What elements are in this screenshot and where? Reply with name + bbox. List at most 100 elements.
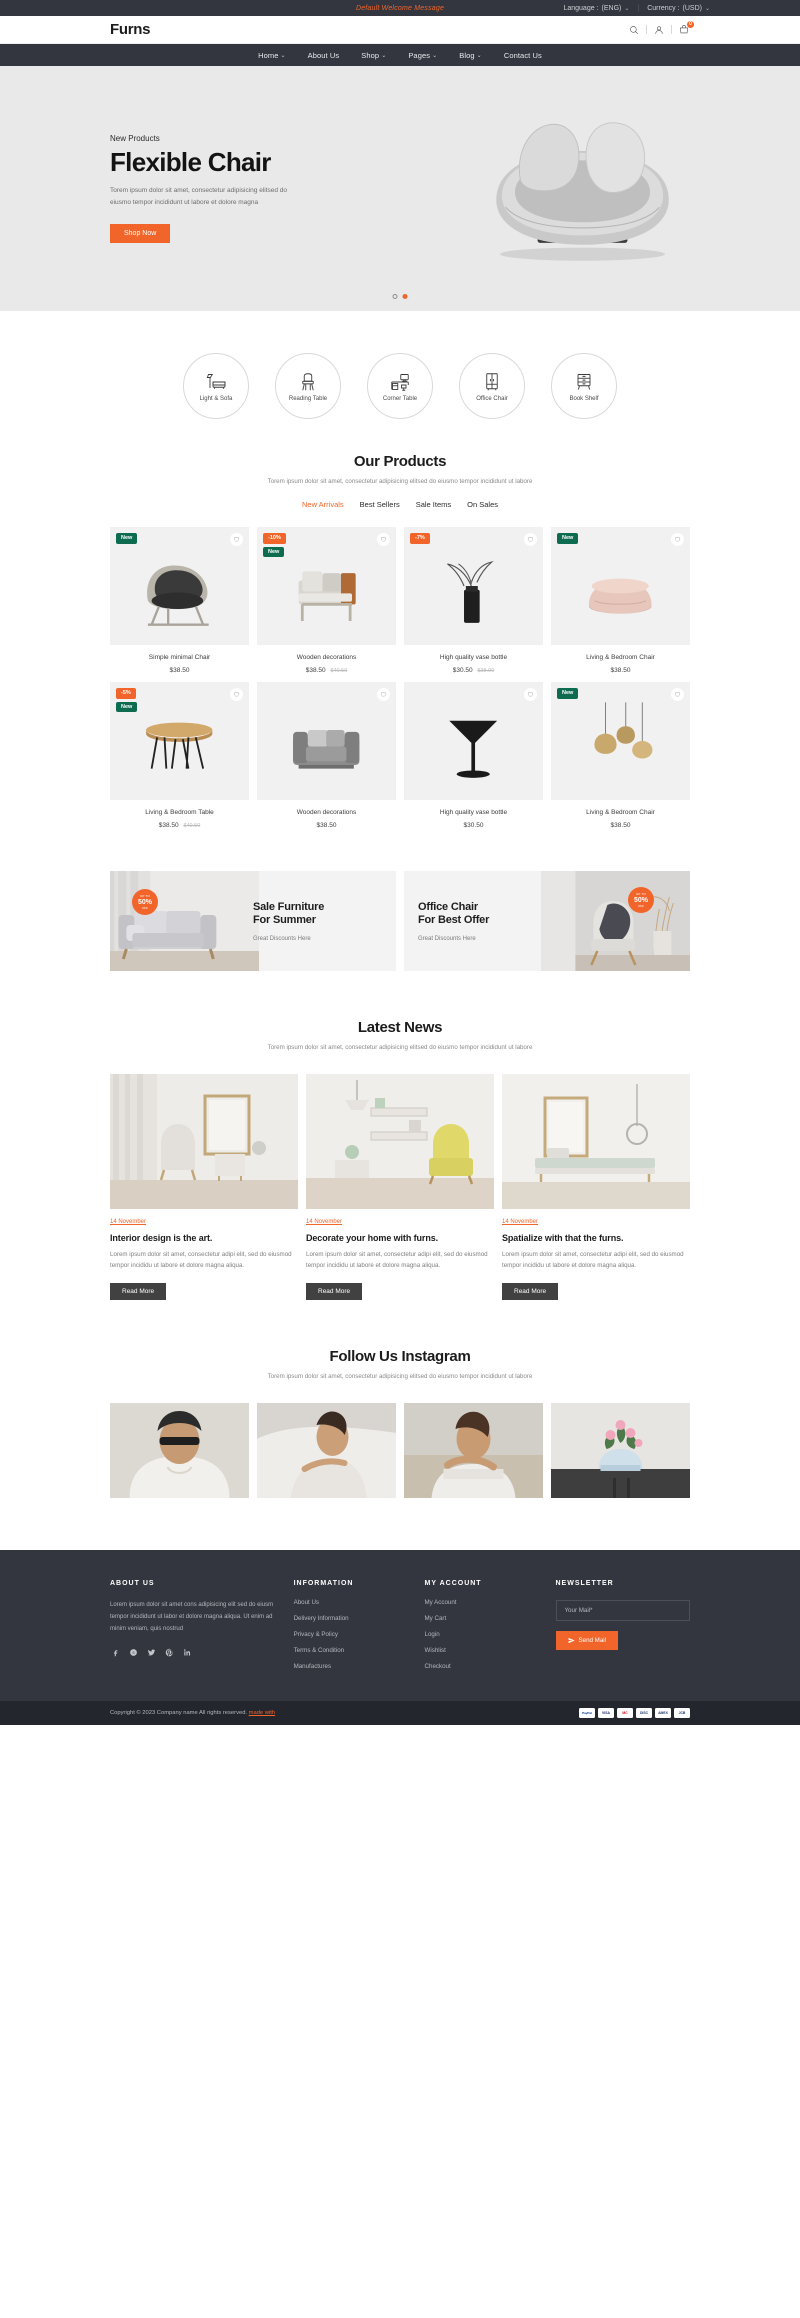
price-current: $38.50 [169, 667, 190, 675]
product-card[interactable]: New Living & Bedroom Chair $38.50 [551, 682, 690, 829]
instagram-tile[interactable] [110, 1402, 249, 1498]
wishlist-button[interactable] [524, 688, 537, 702]
wishlist-button[interactable] [377, 533, 390, 547]
news-card[interactable]: 14 November Decorate your home with furn… [306, 1073, 494, 1301]
footer-link-my-account[interactable]: My Account [425, 1599, 542, 1606]
read-more-button[interactable]: Read More [306, 1283, 363, 1301]
read-more-button[interactable]: Read More [502, 1283, 559, 1301]
news-card[interactable]: 14 November Spatialize with that the fur… [502, 1073, 690, 1301]
product-thumbnail[interactable]: -7% [404, 527, 543, 646]
product-thumbnail[interactable]: New [551, 527, 690, 646]
product-card[interactable]: Wooden decorations $38.50 [257, 682, 396, 829]
nav-item-home[interactable]: Home ⌄ [258, 51, 286, 60]
product-image-hairpin-table [146, 723, 213, 770]
product-card[interactable]: New Living & Bedroom Chair $38.50 [551, 527, 690, 674]
wishlist-button[interactable] [230, 688, 243, 702]
nav-item-blog[interactable]: Blog ⌄ [459, 51, 482, 60]
product-image-chair-dark [147, 565, 209, 627]
footer-link-login[interactable]: Login [425, 1631, 542, 1638]
newsletter-email-input[interactable] [555, 1599, 690, 1621]
wishlist-button[interactable] [377, 688, 390, 702]
badge-new: New [557, 688, 579, 699]
promo-content: Sale Furniture For Summer Great Discount… [253, 901, 396, 943]
instagram-tile[interactable] [257, 1402, 396, 1498]
product-card[interactable]: -10% New Wooden decorations $38.50 $40.5… [257, 527, 396, 674]
hero-dot-1[interactable] [392, 294, 398, 299]
product-card[interactable]: -7% High quality vase bottle $30.50 $38.… [404, 527, 543, 674]
hero-dot-2[interactable] [402, 294, 408, 299]
promo-title: Sale Furniture For Summer [253, 901, 382, 929]
footer-link-privacy-policy[interactable]: Privacy & Policy [294, 1631, 411, 1638]
product-thumbnail[interactable]: -5% New [110, 682, 249, 801]
site-logo[interactable]: Furns [110, 21, 150, 38]
news-date[interactable]: 14 November [110, 1219, 146, 1225]
language-selector[interactable]: Language : (ENG) ⌄ [563, 5, 629, 12]
category-light-and-sofa[interactable]: Light & Sofa [183, 353, 249, 419]
badge-discount: -5% [116, 688, 136, 699]
product-thumbnail[interactable]: New [110, 527, 249, 646]
wishlist-button[interactable] [524, 533, 537, 547]
news-date[interactable]: 14 November [306, 1219, 342, 1225]
tab-on-sales[interactable]: On Sales [467, 500, 498, 509]
tab-new-arrivals[interactable]: New Arrivals [302, 500, 344, 509]
section-title: Our Products [353, 453, 447, 470]
top-bar: Default Welcome Message Language : (ENG)… [0, 0, 800, 16]
search-icon[interactable] [628, 24, 640, 36]
header-actions: 0 [628, 20, 694, 36]
facebook-icon[interactable] [110, 1647, 121, 1658]
product-card[interactable]: New Simple minimal Chair $38.50 [110, 527, 249, 674]
instagram-tile[interactable] [404, 1402, 543, 1498]
linkedin-icon[interactable] [182, 1647, 193, 1658]
nav-item-about-us[interactable]: About Us [308, 51, 340, 60]
product-thumbnail[interactable]: New [551, 682, 690, 801]
instagram-tile[interactable] [551, 1402, 690, 1498]
section-subtitle: Torem ipsum dolor sit amet, consectetur … [267, 1044, 533, 1052]
copyright-brand[interactable]: made with [249, 1710, 275, 1716]
category-corner-table[interactable]: Corner Table [367, 353, 433, 419]
read-more-button[interactable]: Read More [110, 1283, 167, 1301]
tab-best-sellers[interactable]: Best Sellers [360, 500, 400, 509]
category-reading-table[interactable]: Reading Table [275, 353, 341, 419]
category-office-chair[interactable]: Office Chair [459, 353, 525, 419]
shop-now-button[interactable]: Shop Now [110, 224, 171, 244]
footer-col-newsletter: NEWSLETTER Send Mail [555, 1579, 690, 1679]
currency-selector[interactable]: Currency : (USD) ⌄ [647, 5, 710, 12]
product-name: High quality vase bottle [439, 809, 508, 817]
category-book-shelf[interactable]: Book Shelf [551, 353, 617, 419]
pinterest-icon[interactable] [164, 1647, 175, 1658]
hero-slider: New Products Flexible Chair Torem ipsum … [0, 66, 800, 311]
news-card[interactable]: 14 November Interior design is the art. … [110, 1073, 298, 1301]
skype-icon[interactable]: S [128, 1647, 139, 1658]
footer-link-my-cart[interactable]: My Cart [425, 1615, 542, 1622]
product-thumbnail[interactable]: -10% New [257, 527, 396, 646]
product-card[interactable]: High quality vase bottle $30.50 [404, 682, 543, 829]
category-label: Office Chair [476, 396, 508, 402]
footer-link-manufactures[interactable]: Manufactures [294, 1663, 411, 1670]
wishlist-button[interactable] [230, 533, 243, 547]
news-date[interactable]: 14 November [502, 1219, 538, 1225]
tab-sale-items[interactable]: Sale Items [416, 500, 451, 509]
nav-label: Pages [408, 50, 431, 60]
price-current: $30.50 [452, 667, 473, 675]
twitter-icon[interactable] [146, 1647, 157, 1658]
footer-heading: NEWSLETTER [555, 1579, 614, 1587]
wishlist-button[interactable] [671, 533, 684, 547]
nav-item-shop[interactable]: Shop ⌄ [361, 51, 386, 60]
promo-title: Office Chair For Best Offer [418, 901, 547, 929]
cart-icon[interactable]: 0 [678, 20, 694, 36]
footer-link-delivery-information[interactable]: Delivery Information [294, 1615, 411, 1622]
product-thumbnail[interactable] [257, 682, 396, 801]
nav-item-contact-us[interactable]: Contact Us [504, 51, 542, 60]
promo-banner-sale-furniture[interactable]: UP TO 50% OFF Sale Furniture For Summer … [110, 871, 396, 972]
promo-banner-office-chair[interactable]: UP TO 50% OFF Office Chair For Best Offe… [404, 871, 690, 972]
footer-link-wishlist[interactable]: Wishlist [425, 1647, 542, 1654]
footer-link-checkout[interactable]: Checkout [425, 1663, 542, 1670]
product-card[interactable]: -5% New Living & Bedroom Table $38.50 $4… [110, 682, 249, 829]
product-thumbnail[interactable] [404, 682, 543, 801]
wishlist-button[interactable] [671, 688, 684, 702]
nav-item-pages[interactable]: Pages ⌄ [408, 51, 437, 60]
footer-link-about-us[interactable]: About Us [294, 1599, 411, 1606]
account-icon[interactable] [653, 24, 665, 36]
footer-link-terms-condition[interactable]: Terms & Condition [294, 1647, 411, 1654]
send-mail-button[interactable]: Send Mail [555, 1630, 619, 1650]
